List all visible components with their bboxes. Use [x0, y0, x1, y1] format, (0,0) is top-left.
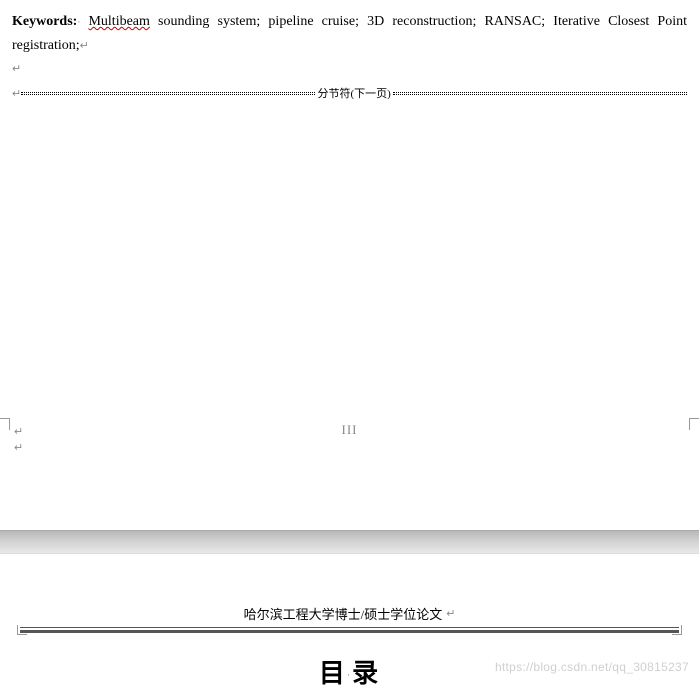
- section-break-dots-right: [393, 92, 687, 95]
- header-rule: [20, 627, 679, 633]
- section-break-indicator[interactable]: ↵ 分节符(下一页): [12, 85, 687, 101]
- keywords-paragraph[interactable]: Keywords:· Multibeam sounding system; pi…: [12, 10, 687, 58]
- paragraph-mark-icon: ↵: [80, 40, 89, 52]
- toc-char-1: 目: [319, 659, 347, 688]
- page-2-header[interactable]: 哈尔滨工程大学博士/硕士学位论文 ↵: [0, 604, 699, 633]
- header-crop-corner-right-icon: [672, 625, 682, 635]
- return-mark-icon: ↵: [12, 87, 21, 100]
- page-1: Keywords:· Multibeam sounding system; pi…: [0, 0, 699, 101]
- return-mark-icon: ↵: [446, 607, 455, 620]
- return-mark-icon: ↵: [12, 62, 687, 75]
- footer-page-number-area[interactable]: III: [342, 422, 358, 438]
- page-1-footer-guides: III: [0, 418, 699, 438]
- keyword-multibeam-spellcheck[interactable]: Multibeam: [88, 14, 149, 29]
- toc-char-2: 录: [352, 659, 380, 688]
- header-rule-thin: [20, 627, 679, 628]
- footer-crop-corner-left-icon: [0, 418, 10, 430]
- header-text-line[interactable]: 哈尔滨工程大学博士/硕士学位论文 ↵: [10, 604, 689, 623]
- space-mark: ·: [77, 17, 80, 27]
- footer-crop-corner-right-icon: [689, 418, 699, 430]
- keywords-label: Keywords:: [12, 14, 77, 29]
- return-mark-icon: ↵: [14, 424, 23, 440]
- section-break-label: 分节符(下一页): [315, 85, 392, 101]
- watermark-text: https://blog.csdn.net/qq_30815237: [495, 660, 689, 674]
- section-break-dots-left: [21, 92, 315, 95]
- page-number-field[interactable]: III: [342, 422, 358, 438]
- return-mark-icon: ↵: [14, 440, 23, 456]
- header-text: 哈尔滨工程大学博士/硕士学位论文: [244, 604, 443, 623]
- page-gap-separator: [0, 530, 699, 554]
- footer-return-marks: ↵ ↵: [14, 424, 23, 456]
- header-rule-thick: [20, 630, 679, 633]
